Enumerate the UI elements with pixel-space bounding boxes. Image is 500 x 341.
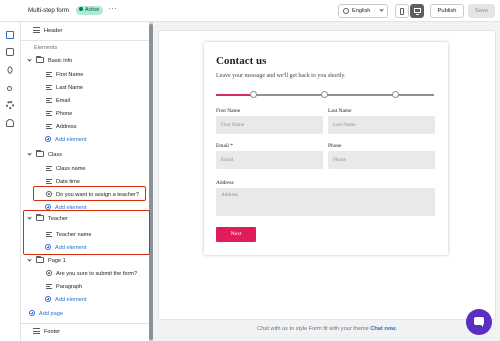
header-icon bbox=[33, 27, 40, 33]
sidebar-item-footer[interactable]: Footer bbox=[33, 326, 60, 338]
language-value: English bbox=[352, 8, 371, 14]
folder-icon bbox=[36, 56, 44, 63]
element-class-name[interactable]: Class name bbox=[46, 163, 86, 175]
sidebar-scrollbar-thumb[interactable] bbox=[149, 24, 153, 340]
status-badge-label: Active bbox=[85, 7, 100, 13]
chevron-down-icon bbox=[379, 7, 384, 12]
desktop-preview-button[interactable] bbox=[410, 4, 424, 18]
phone-label: Phone bbox=[328, 143, 342, 149]
step-marker bbox=[392, 91, 399, 98]
form-title: Multi-step form bbox=[28, 7, 69, 14]
email-label: Email * bbox=[216, 143, 233, 149]
language-select[interactable]: English bbox=[338, 4, 388, 18]
group-class[interactable]: Class bbox=[27, 149, 62, 161]
top-bar: Multi-step form Active ··· English Publi… bbox=[0, 0, 500, 22]
paragraph-icon bbox=[46, 284, 52, 289]
add-element-button[interactable]: Add element bbox=[45, 134, 86, 146]
gear-icon[interactable] bbox=[6, 101, 14, 109]
last-name-label: Last Name bbox=[328, 108, 352, 114]
mobile-icon bbox=[400, 8, 404, 15]
globe-icon bbox=[343, 8, 349, 14]
step-progress-fill bbox=[216, 94, 254, 96]
text-field-icon bbox=[46, 124, 52, 129]
group-basic-info[interactable]: Basic info bbox=[27, 55, 72, 67]
element-email[interactable]: Email bbox=[46, 95, 70, 107]
element-first-name[interactable]: First Name bbox=[46, 69, 83, 81]
radio-field-icon bbox=[46, 270, 52, 276]
plus-icon bbox=[45, 296, 51, 302]
form-heading: Contact us bbox=[216, 55, 267, 67]
chevron-down-icon bbox=[27, 257, 32, 262]
element-phone[interactable]: Phone bbox=[46, 108, 72, 120]
folder-icon bbox=[36, 256, 44, 263]
status-badge: Active bbox=[76, 6, 104, 15]
date-field-icon bbox=[46, 179, 52, 184]
highlight-teacher-group bbox=[23, 210, 150, 255]
save-button[interactable]: Save bbox=[468, 4, 495, 18]
chevron-down-icon bbox=[27, 57, 32, 62]
address-label: Address bbox=[216, 180, 234, 186]
mobile-preview-button[interactable] bbox=[395, 4, 409, 18]
icon-rail bbox=[0, 22, 21, 341]
first-name-label: First Name bbox=[216, 108, 241, 114]
sidebar-item-header[interactable]: Header bbox=[33, 25, 62, 37]
element-address[interactable]: Address bbox=[46, 121, 77, 133]
step-marker bbox=[321, 91, 328, 98]
phone-input[interactable]: Phone bbox=[328, 151, 435, 169]
style-brush-icon[interactable] bbox=[5, 65, 15, 75]
elements-section-label: Elements bbox=[34, 45, 58, 51]
form-preview-card: Contact us Leave your message and we'll … bbox=[204, 42, 448, 255]
element-confirm-submit[interactable]: Are you sure to submit the form? bbox=[46, 268, 137, 280]
element-paragraph[interactable]: Paragraph bbox=[46, 281, 82, 293]
element-last-name[interactable]: Last Name bbox=[46, 82, 83, 94]
step-marker bbox=[250, 91, 257, 98]
desktop-icon bbox=[414, 8, 421, 13]
chat-button[interactable] bbox=[466, 309, 492, 335]
form-icon[interactable] bbox=[6, 48, 14, 56]
integration-icon[interactable] bbox=[7, 86, 12, 91]
plus-icon bbox=[45, 136, 51, 142]
users-icon[interactable] bbox=[6, 119, 14, 127]
add-element-button[interactable]: Add element bbox=[45, 294, 86, 306]
plus-icon bbox=[29, 310, 35, 316]
phone-field-icon bbox=[46, 111, 52, 116]
text-field-icon bbox=[46, 72, 52, 77]
folder-icon bbox=[36, 150, 44, 157]
email-field-icon bbox=[46, 98, 52, 103]
step-progress bbox=[216, 91, 434, 98]
chat-style-note: Chat with us to style Form fit with your… bbox=[257, 326, 397, 332]
elements-sidebar: Header Elements Basic info First Name La… bbox=[21, 22, 149, 341]
form-subtitle: Leave your message and we'll get back to… bbox=[216, 73, 346, 79]
address-textarea[interactable]: Address bbox=[216, 188, 435, 216]
publish-button[interactable]: Publish bbox=[430, 4, 464, 18]
last-name-input[interactable]: Last Name bbox=[328, 116, 435, 134]
more-actions-button[interactable]: ··· bbox=[108, 4, 118, 13]
chat-now-link[interactable]: Chat now. bbox=[370, 326, 397, 332]
first-name-input[interactable]: First Name bbox=[216, 116, 323, 134]
email-input[interactable]: Email bbox=[216, 151, 323, 169]
group-page-1[interactable]: Page 1 bbox=[27, 255, 66, 267]
text-field-icon bbox=[46, 85, 52, 90]
highlight-assign-teacher bbox=[33, 186, 146, 201]
text-field-icon bbox=[46, 166, 52, 171]
footer-icon bbox=[33, 328, 40, 334]
status-dot-icon bbox=[79, 7, 83, 11]
next-button[interactable]: Next bbox=[216, 227, 256, 242]
chevron-down-icon bbox=[27, 151, 32, 156]
content-icon[interactable] bbox=[6, 31, 14, 39]
add-page-button[interactable]: Add page bbox=[29, 308, 63, 320]
